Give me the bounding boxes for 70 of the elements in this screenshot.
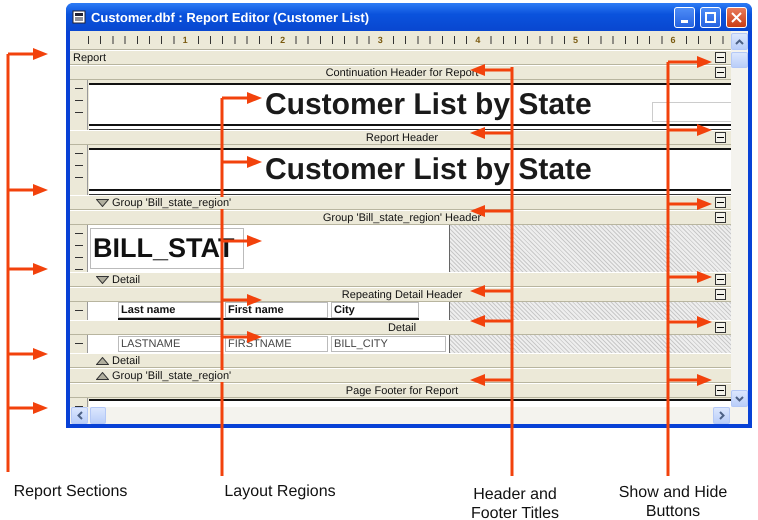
callout-label: Report Sections xyxy=(12,482,128,501)
triangle-up-icon[interactable] xyxy=(96,372,109,380)
data-field: FIRSTNAME xyxy=(225,336,328,352)
scroll-down-button[interactable] xyxy=(731,390,748,407)
chevron-up-icon xyxy=(735,38,744,44)
report-icon xyxy=(72,10,86,24)
collapse-button[interactable] xyxy=(715,67,726,78)
vertical-scrollbar[interactable] xyxy=(731,31,748,407)
collapse-button[interactable] xyxy=(715,197,726,208)
collapse-button[interactable] xyxy=(715,212,726,223)
column-heading: Last name xyxy=(118,302,222,318)
ruler-number: 3 xyxy=(376,35,384,45)
minus-icon xyxy=(717,324,724,331)
collapse-button[interactable] xyxy=(715,274,726,285)
minus-icon xyxy=(717,214,724,221)
callout-label: Layout Regions xyxy=(223,482,337,501)
chevron-down-icon xyxy=(735,396,744,402)
callout-label: Show and Hide Buttons xyxy=(618,483,728,520)
column-heading: City xyxy=(331,302,419,318)
scroll-up-button[interactable] xyxy=(731,33,748,50)
minus-icon xyxy=(717,54,724,61)
chevron-right-icon xyxy=(718,411,724,420)
minus-icon xyxy=(717,276,724,283)
callout-label: Header and Footer Titles xyxy=(470,485,560,520)
band-title: Report Header xyxy=(366,132,438,144)
window-title: Customer.dbf : Report Editor (Customer List) xyxy=(91,10,370,24)
triangle-up-icon[interactable] xyxy=(96,356,109,364)
minimize-button[interactable] xyxy=(674,6,695,28)
band-title: Group 'Bill_state_region' xyxy=(112,370,232,382)
band-title: Group 'Bill_state_region' Header xyxy=(322,212,482,224)
collapse-button[interactable] xyxy=(715,289,726,300)
ruler-number: 2 xyxy=(279,35,286,45)
band-title: Detail xyxy=(112,354,140,366)
column-heading: First name xyxy=(225,302,328,318)
data-field: LASTNAME xyxy=(118,336,222,352)
scroll-left-button[interactable] xyxy=(71,407,88,424)
close-icon xyxy=(731,12,742,22)
scroll-thumb[interactable] xyxy=(731,52,748,68)
minus-icon xyxy=(717,291,724,298)
minus-icon xyxy=(717,199,724,206)
ruler-number: 6 xyxy=(670,35,677,45)
band-title: Report xyxy=(73,52,106,64)
ruler-number: 4 xyxy=(474,35,482,45)
report-title: Customer List by State xyxy=(265,152,592,186)
horizontal-scrollbar[interactable] xyxy=(70,407,748,424)
triangle-down-icon[interactable] xyxy=(96,276,109,284)
collapse-button[interactable] xyxy=(715,132,726,143)
ruler-number: 5 xyxy=(572,35,579,45)
collapse-button[interactable] xyxy=(715,52,726,63)
data-field: BILL_CITY xyxy=(331,336,446,352)
triangle-down-icon[interactable] xyxy=(96,198,109,206)
band-title: Repeating Detail Header xyxy=(342,288,462,300)
collapse-button[interactable] xyxy=(715,322,726,333)
band-title: Detail xyxy=(112,274,140,286)
maximize-icon xyxy=(705,12,716,22)
minus-icon xyxy=(717,134,724,141)
scroll-thumb[interactable] xyxy=(90,407,106,424)
band-title: Group 'Bill_state_region' xyxy=(112,196,232,208)
scroll-right-button[interactable] xyxy=(713,407,730,424)
report-title: Customer List by State xyxy=(265,88,592,122)
close-button[interactable] xyxy=(726,6,747,28)
band-title: Detail xyxy=(388,322,416,334)
ruler-number: 1 xyxy=(182,35,189,45)
collapse-button[interactable] xyxy=(715,385,726,396)
minus-icon xyxy=(717,69,724,76)
chevron-left-icon xyxy=(76,411,82,420)
maximize-button[interactable] xyxy=(700,6,721,28)
minus-icon xyxy=(717,387,724,394)
minimize-icon xyxy=(681,20,688,22)
band-title: Page Footer for Report xyxy=(346,384,458,396)
